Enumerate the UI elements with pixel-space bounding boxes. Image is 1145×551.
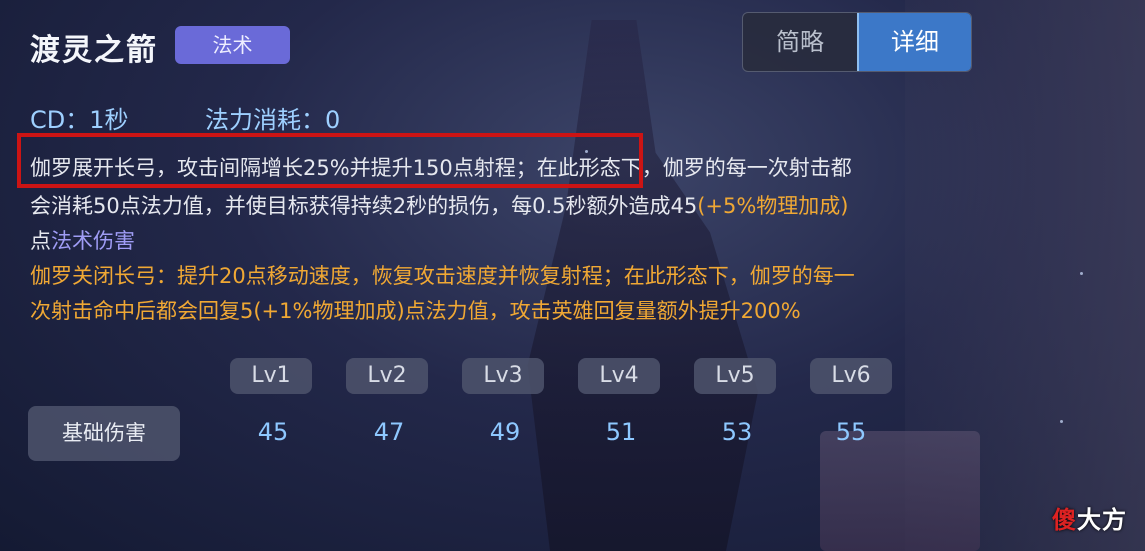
base-damage-value-2: 47: [373, 418, 405, 446]
watermark-char: 傻: [1052, 506, 1077, 534]
base-damage-value-3: 49: [489, 418, 521, 446]
description-line-5: 次射击命中后都会回复5(+1%物理加成)点法力值，攻击英雄回复量额外提升200%: [30, 299, 801, 323]
level-header-5: Lv5: [694, 358, 776, 394]
level-header-4: Lv4: [578, 358, 660, 394]
view-toggle: 简略 详细: [742, 12, 972, 72]
description-text: 点: [30, 229, 51, 253]
brief-view-button[interactable]: 简略: [743, 13, 857, 71]
level-header-1: Lv1: [230, 358, 312, 394]
background-sparkle: [1080, 272, 1083, 275]
description-line-2: 会消耗50点法力值，并使目标获得持续2秒的损伤，每0.5秒额外造成45(+5%物…: [30, 190, 849, 223]
level-header-6: Lv6: [810, 358, 892, 394]
cooldown-stat: CD：1秒: [30, 106, 129, 134]
mana-cost-stat: 法力消耗：0: [205, 106, 341, 134]
level-header-3: Lv3: [462, 358, 544, 394]
description-text: 会消耗50点法力值，并使目标获得持续2秒的损伤，每0.5秒额外造成45: [30, 194, 698, 218]
watermark-text: 大方: [1077, 506, 1127, 534]
watermark: 傻大方: [1052, 500, 1127, 535]
level-header-2: Lv2: [346, 358, 428, 394]
base-damage-value-6: 55: [835, 418, 867, 446]
highlight-annotation-box: [17, 133, 643, 188]
background-crates: [820, 431, 980, 551]
base-damage-value-4: 51: [605, 418, 637, 446]
background-sparkle: [1060, 420, 1063, 423]
physical-scaling-text: (+5%物理加成): [697, 194, 849, 218]
base-damage-value-1: 45: [257, 418, 289, 446]
magic-damage-text: 法术伤害: [51, 229, 135, 253]
skill-name: 渡灵之箭: [30, 33, 158, 68]
base-damage-value-5: 53: [721, 418, 753, 446]
description-line-4: 伽罗关闭长弓：提升20点移动速度，恢复攻击速度并恢复射程；在此形态下，伽罗的每一: [30, 264, 855, 288]
base-damage-label: 基础伤害: [28, 406, 180, 461]
detail-view-button[interactable]: 详细: [857, 13, 971, 71]
skill-type-badge: 法术: [175, 26, 290, 64]
description-line-3: 点法术伤害: [30, 225, 135, 258]
